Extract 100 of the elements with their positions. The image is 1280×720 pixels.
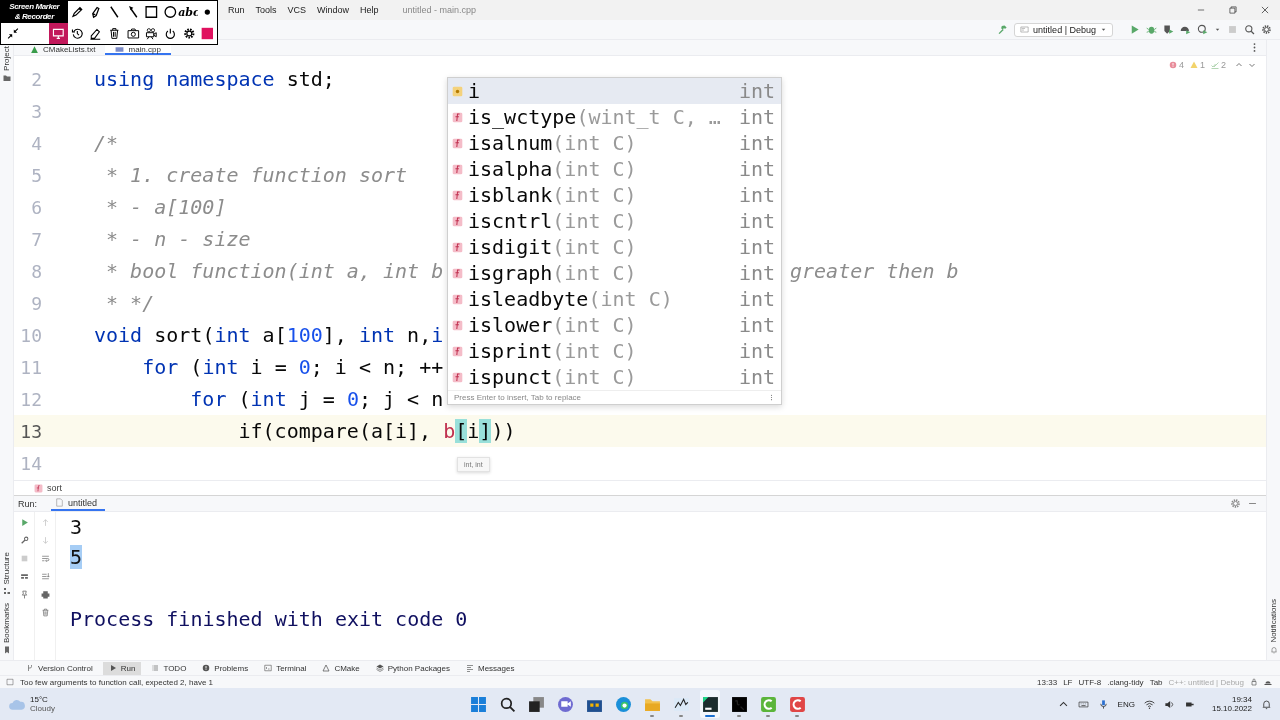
completion-item[interactable]: islower(int C) int bbox=[448, 312, 781, 338]
completion-item[interactable]: isdigit(int C) int bbox=[448, 234, 781, 260]
line-number: 4 bbox=[30, 132, 42, 154]
line-number: 11 bbox=[19, 356, 42, 378]
hat-icon[interactable] bbox=[1264, 678, 1272, 686]
caret-icon[interactable] bbox=[1214, 26, 1221, 33]
tool-window-tab[interactable]: Messages bbox=[460, 661, 521, 675]
function-icon bbox=[452, 241, 463, 253]
status-item[interactable]: 13:33 bbox=[1037, 677, 1058, 687]
bell-icon[interactable] bbox=[1261, 698, 1272, 710]
menu-item[interactable]: Help bbox=[360, 5, 379, 15]
keyboard-icon[interactable] bbox=[1077, 698, 1089, 710]
typo-count: 2 bbox=[1221, 60, 1226, 70]
panel-title: Run: bbox=[18, 498, 37, 509]
function-icon bbox=[452, 267, 463, 279]
play-icon[interactable] bbox=[1129, 24, 1140, 35]
layout-icon[interactable] bbox=[19, 572, 29, 581]
line-number: 14 bbox=[19, 452, 42, 474]
completion-item[interactable]: isalpha(int C) int bbox=[448, 156, 781, 182]
clock-play-icon[interactable] bbox=[1197, 24, 1208, 35]
menu-item[interactable]: Tools bbox=[255, 5, 277, 15]
menu-item[interactable]: Window bbox=[317, 5, 350, 15]
completion-item[interactable]: is_wctype(wint_t C, … int bbox=[448, 104, 781, 130]
line-number: 10 bbox=[19, 324, 42, 346]
code-line: * bool function(int a, int b bbox=[105, 259, 444, 283]
status-item[interactable]: Tab bbox=[1149, 677, 1163, 687]
play-icon[interactable] bbox=[19, 518, 29, 527]
tool-window-tab[interactable]: Terminal bbox=[258, 661, 313, 675]
close-icon[interactable] bbox=[1260, 5, 1270, 15]
hammer-icon[interactable] bbox=[997, 24, 1009, 35]
menu-item[interactable]: Run bbox=[228, 5, 245, 15]
warning-count: 1 bbox=[1199, 60, 1205, 70]
menu-item[interactable]: VCS bbox=[287, 5, 307, 15]
printer-icon[interactable] bbox=[40, 590, 50, 599]
run-config-dropdown[interactable]: untitled | Debug bbox=[1014, 22, 1113, 37]
completion-item[interactable]: ispunct(int C) int bbox=[448, 364, 781, 390]
exclamation-circle-icon bbox=[202, 664, 211, 672]
status-item[interactable]: .clang-tidy bbox=[1107, 677, 1144, 687]
file-tab[interactable]: CMakeLists.txt bbox=[20, 45, 106, 55]
completion-item[interactable]: isleadbyte(int C) int bbox=[448, 286, 781, 312]
message-square-icon bbox=[6, 678, 14, 686]
error-count: 4 bbox=[1178, 60, 1184, 70]
code-line: for (int j = 0; j < n bbox=[189, 387, 444, 411]
language-indicator[interactable]: ENG bbox=[1117, 699, 1135, 709]
search-icon[interactable] bbox=[1244, 24, 1255, 35]
side-panel-tab[interactable]: Project bbox=[2, 46, 11, 82]
output-line: 3 bbox=[70, 515, 83, 539]
monitor-icon[interactable] bbox=[49, 23, 68, 44]
function-icon bbox=[452, 371, 463, 383]
wrench-icon[interactable] bbox=[19, 536, 29, 545]
scroll-end-icon[interactable] bbox=[40, 572, 50, 581]
more-icon[interactable] bbox=[768, 394, 775, 401]
triangle-outline-icon bbox=[322, 664, 331, 672]
bug-icon[interactable] bbox=[1146, 24, 1157, 35]
wifi-icon[interactable] bbox=[1143, 698, 1155, 710]
settings-icon[interactable] bbox=[1261, 24, 1272, 35]
line-number: 6 bbox=[30, 196, 42, 218]
code-line: /* bbox=[94, 131, 119, 155]
completion-item[interactable]: isalnum(int C) int bbox=[448, 130, 781, 156]
settings-icon[interactable] bbox=[1230, 498, 1241, 509]
temperature: 15°C bbox=[30, 695, 49, 704]
completion-item[interactable]: iscntrl(int C) int bbox=[448, 208, 781, 234]
shield-play-icon[interactable] bbox=[1163, 24, 1174, 35]
status-item[interactable]: UTF-8 bbox=[1078, 677, 1102, 687]
gauge-play-icon[interactable] bbox=[1180, 24, 1191, 35]
list-icon bbox=[151, 664, 160, 672]
tool-window-tab[interactable]: CMake bbox=[316, 661, 366, 675]
tool-window-tab[interactable]: Python Packages bbox=[369, 661, 456, 675]
tool-window-tab[interactable]: Run bbox=[102, 661, 142, 675]
pin-icon[interactable] bbox=[19, 590, 29, 599]
breadcrumb[interactable]: sort bbox=[47, 483, 62, 493]
completion-item[interactable]: isprint(int C) int bbox=[448, 338, 781, 364]
tool-window-tab[interactable]: Problems bbox=[196, 661, 255, 675]
microphone-icon[interactable] bbox=[1097, 698, 1109, 710]
terminal-icon bbox=[264, 664, 273, 672]
triangle-icon bbox=[30, 44, 39, 54]
side-panel-tab[interactable]: Notifications bbox=[1269, 599, 1278, 654]
double-check-icon bbox=[1211, 61, 1219, 69]
status-message: Too few arguments to function call, expected 2, have 1 bbox=[20, 677, 213, 687]
code-line: using namespace std; bbox=[94, 67, 335, 91]
side-panel-tab[interactable]: Structure bbox=[2, 551, 11, 595]
wrap-lines-icon[interactable] bbox=[40, 554, 50, 563]
completion-item[interactable]: isgraph(int C) int bbox=[448, 260, 781, 286]
output-line: Process finished with exit code 0 bbox=[70, 607, 468, 631]
function-icon bbox=[452, 163, 463, 175]
code-line: * */ bbox=[105, 291, 155, 315]
clock-date[interactable]: 15.10.2022 bbox=[1211, 704, 1252, 713]
function-icon bbox=[452, 215, 463, 227]
padlock-icon[interactable] bbox=[1250, 678, 1258, 686]
tool-window-tab[interactable]: Version Control bbox=[20, 661, 99, 675]
app-tile-icon[interactable] bbox=[700, 690, 720, 718]
restore-icon[interactable] bbox=[1228, 5, 1238, 15]
side-panel-tab[interactable]: Bookmarks bbox=[2, 603, 11, 654]
status-item[interactable]: LF bbox=[1063, 677, 1073, 687]
line-number: 7 bbox=[30, 228, 42, 250]
completion-item[interactable]: i int bbox=[448, 78, 781, 104]
clock-time[interactable]: 19:34 bbox=[1231, 695, 1252, 704]
function-icon bbox=[452, 345, 463, 357]
completion-item[interactable]: isblank(int C) int bbox=[448, 182, 781, 208]
tool-window-tab[interactable]: TODO bbox=[145, 661, 193, 675]
